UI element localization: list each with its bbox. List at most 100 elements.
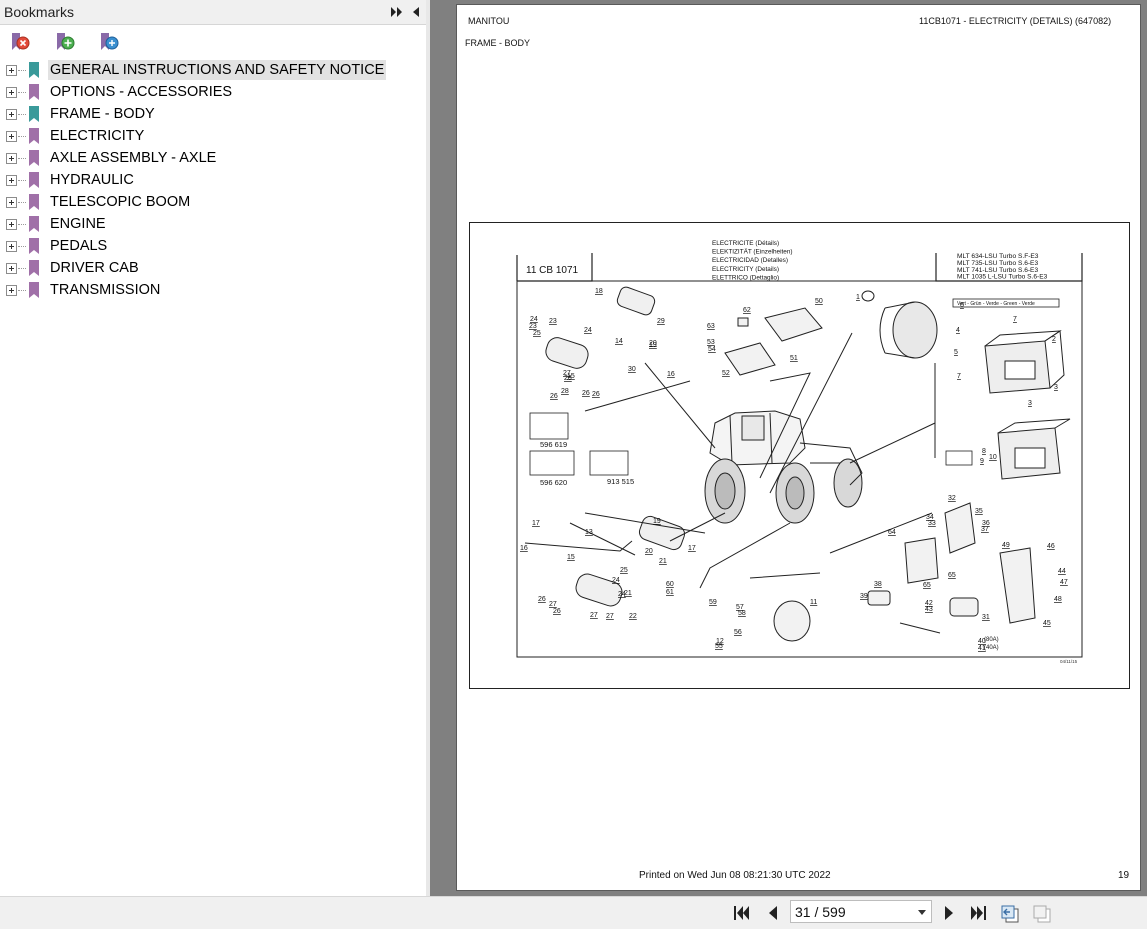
expand-icon[interactable] (6, 65, 17, 76)
remove-bookmark-icon[interactable] (8, 30, 32, 54)
bookmark-icon (28, 259, 40, 277)
note-left-1: 596 619 (540, 440, 567, 449)
callout-number: 51 (790, 355, 798, 362)
bookmark-item[interactable]: ENGINE (0, 213, 426, 235)
bookmarks-toolbar (0, 26, 426, 58)
next-page-icon[interactable] (940, 904, 958, 922)
callout-number: 13 (585, 529, 593, 536)
color-note: Vert - Grün - Verde - Green - Verde (957, 301, 1035, 307)
tree-connector (18, 92, 26, 93)
bookmark-icon (28, 61, 40, 79)
tree-connector (18, 136, 26, 137)
find-bookmark-icon[interactable] (97, 30, 121, 54)
callout-number: 41 (978, 645, 986, 652)
callout-number: 27 (549, 601, 557, 608)
callout-number: 40 (978, 638, 986, 645)
tree-connector (18, 268, 26, 269)
drawing-date: 04/11/15 (1060, 659, 1078, 664)
bookmark-item[interactable]: DRIVER CAB (0, 257, 426, 279)
bookmark-item[interactable]: ELECTRICITY (0, 125, 426, 147)
float-panel-icon[interactable] (390, 4, 404, 20)
callout-number: 43 (925, 606, 933, 613)
callout-number: 27 (590, 612, 598, 619)
callout-number: 30 (628, 366, 636, 373)
callout-number: 9 (980, 458, 984, 465)
callout-number: 35 (975, 508, 983, 515)
tree-connector (18, 70, 26, 71)
tree-connector (18, 246, 26, 247)
expand-icon[interactable] (6, 285, 17, 296)
callout-number: 34 (926, 514, 934, 521)
forward-history-icon[interactable] (1032, 904, 1054, 923)
bookmark-icon (28, 127, 40, 145)
callout-number: 32 (948, 495, 956, 502)
bookmark-label: TRANSMISSION (50, 282, 161, 298)
callout-number: 20 (645, 548, 653, 555)
expand-icon[interactable] (6, 263, 17, 274)
callout-number: 20 (649, 340, 657, 347)
fuse-40-label: (40A) (984, 645, 999, 651)
expand-icon[interactable] (6, 197, 17, 208)
bookmark-label: PEDALS (50, 238, 108, 254)
page-footer-printed: Printed on Wed Jun 08 08:21:30 UTC 2022 (639, 870, 831, 881)
callout-number: 7 (1013, 316, 1017, 323)
collapse-panel-icon[interactable] (409, 4, 423, 20)
expand-icon[interactable] (6, 131, 17, 142)
bookmark-item[interactable]: GENERAL INSTRUCTIONS AND SAFETY NOTICE (0, 59, 426, 81)
callout-number: 61 (666, 589, 674, 596)
callout-number: 50 (815, 298, 823, 305)
callout-number: 45 (1043, 620, 1051, 627)
air-filter-illustration (861, 290, 938, 359)
model-list: MLT 634-LSU Turbo S.F-E3MLT 735-LSU Turb… (957, 253, 1048, 281)
back-history-icon[interactable] (1000, 904, 1022, 923)
expand-icon[interactable] (6, 219, 17, 230)
callout-number: 23 (529, 323, 537, 330)
callout-number: 24 (530, 316, 538, 323)
callout-number: 6 (960, 302, 964, 309)
callout-number: 31 (982, 614, 990, 621)
callout-number: 52 (722, 370, 730, 377)
bookmark-item[interactable]: HYDRAULIC (0, 169, 426, 191)
callout-number: 26 (550, 393, 558, 400)
tree-connector (18, 114, 26, 115)
drawing-title-line: ELECTRICITY (Details) (712, 266, 779, 273)
callout-number: 5 (954, 349, 958, 356)
expand-icon[interactable] (6, 153, 17, 164)
callout-number: 21 (659, 558, 667, 565)
expand-icon[interactable] (6, 241, 17, 252)
bookmark-item[interactable]: TELESCOPIC BOOM (0, 191, 426, 213)
callout-number: 25 (620, 567, 628, 574)
callout-number: 19 (653, 518, 661, 525)
bookmark-item[interactable]: AXLE ASSEMBLY - AXLE (0, 147, 426, 169)
model-line: MLT 1035 L-LSU Turbo S.6-E3 (957, 274, 1048, 281)
expand-icon[interactable] (6, 87, 17, 98)
callout-number: 16 (667, 371, 675, 378)
bookmark-item[interactable]: TRANSMISSION (0, 279, 426, 301)
add-bookmark-icon[interactable] (53, 30, 77, 54)
first-page-icon[interactable] (733, 904, 751, 922)
expand-icon[interactable] (6, 175, 17, 186)
page-section: FRAME - BODY (465, 38, 531, 48)
callout-number: 38 (874, 581, 882, 588)
callout-number: 17 (532, 520, 540, 527)
callout-number: 49 (1002, 542, 1010, 549)
page-selector[interactable]: 31 / 599 (790, 900, 932, 923)
drawing-title-line: ELEKTIZITÄT (Einzelheiten) (712, 248, 793, 256)
expand-icon[interactable] (6, 109, 17, 120)
callout-number: 3 (1054, 384, 1058, 391)
bookmark-icon (28, 281, 40, 299)
last-page-icon[interactable] (969, 904, 987, 922)
bookmark-icon (28, 149, 40, 167)
bookmark-item[interactable]: FRAME - BODY (0, 103, 426, 125)
bookmark-item[interactable]: PEDALS (0, 235, 426, 257)
bookmarks-panel: Bookmarks GENERAL INSTRUCTIONS AND SAFET… (0, 0, 426, 896)
drawing-title-line: ELETTRICO (Dettaglio) (712, 274, 779, 281)
previous-page-icon[interactable] (764, 904, 782, 922)
callout-number: 44 (1058, 568, 1066, 575)
callout-number: 16 (520, 545, 528, 552)
callout-number: 7 (957, 373, 961, 380)
callout-number: 23 (549, 318, 557, 325)
callout-number: 26 (582, 390, 590, 397)
note-right: 913 515 (607, 477, 634, 486)
bookmark-item[interactable]: OPTIONS - ACCESSORIES (0, 81, 426, 103)
